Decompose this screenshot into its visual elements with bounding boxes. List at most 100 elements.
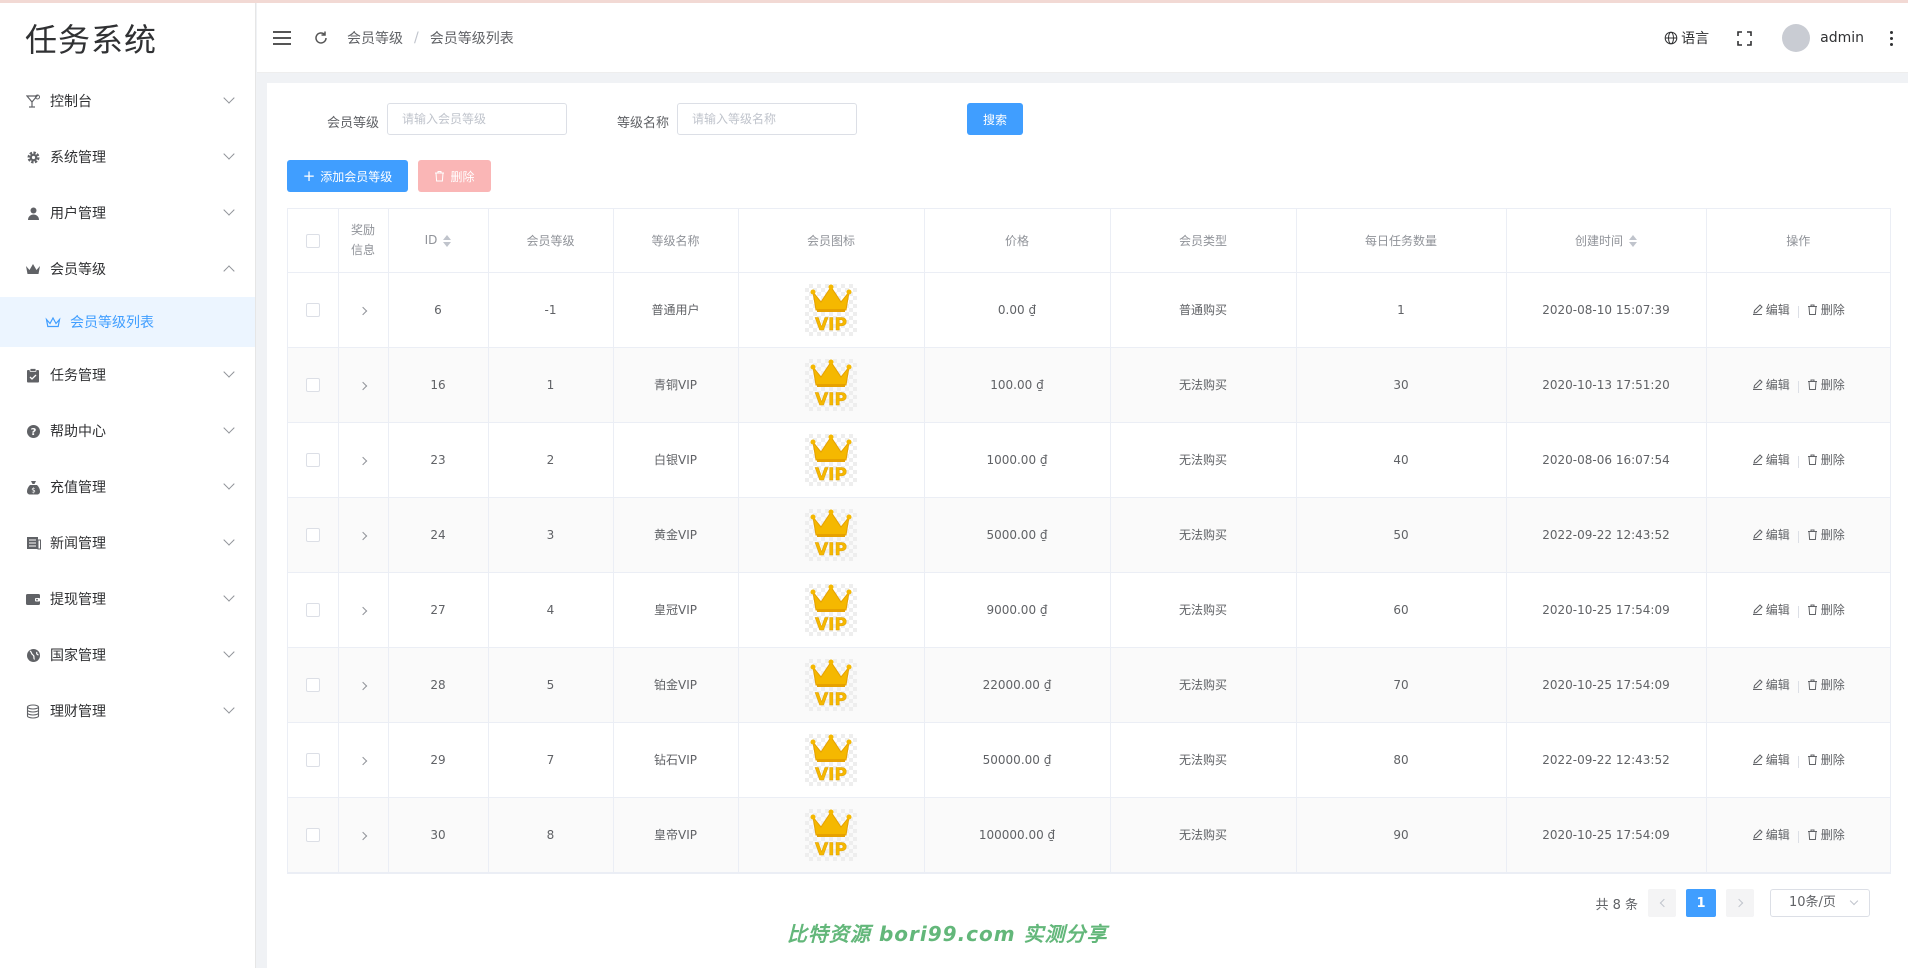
sort-icon[interactable]: [443, 234, 452, 247]
cell-level: 2: [488, 422, 614, 498]
fullscreen-icon[interactable]: [1737, 30, 1752, 46]
user-icon: [24, 204, 42, 222]
edit-button[interactable]: 编辑: [1752, 751, 1790, 768]
header-type: 会员类型: [1110, 209, 1297, 273]
delete-button[interactable]: 删除: [1807, 526, 1845, 543]
sidebar-item-7[interactable]: 新闻管理: [0, 515, 255, 571]
chevron-right-icon[interactable]: [358, 306, 368, 315]
top-header: 会员等级 / 会员等级列表 语言 admin: [257, 3, 1908, 73]
chevron-right-icon[interactable]: [358, 531, 368, 540]
refresh-icon[interactable]: [313, 30, 329, 46]
header-id[interactable]: ID: [388, 209, 489, 273]
page-size-select[interactable]: 10条/页: [1770, 889, 1870, 917]
level-input[interactable]: 请输入会员等级: [387, 103, 567, 135]
delete-button[interactable]: 删除: [1807, 301, 1845, 318]
crown-icon: [24, 260, 42, 278]
sidebar-item-label: 提现管理: [50, 592, 106, 608]
sidebar-item-8[interactable]: 提现管理: [0, 571, 255, 627]
more-vertical-icon[interactable]: [1890, 30, 1894, 46]
cell-daily-tasks: 70: [1296, 647, 1507, 723]
edit-button[interactable]: 编辑: [1752, 301, 1790, 318]
chevron-down-icon: [223, 646, 235, 658]
row-expand-cell: [338, 347, 389, 423]
cell-type: 无法购买: [1110, 722, 1297, 798]
breadcrumb-item-parent[interactable]: 会员等级: [347, 28, 403, 48]
sidebar-item-10[interactable]: 理财管理: [0, 683, 255, 739]
header-created[interactable]: 创建时间: [1506, 209, 1707, 273]
clipboard-icon: [24, 366, 42, 384]
level-name-input[interactable]: 请输入等级名称: [677, 103, 857, 135]
sidebar-subitem-level-list[interactable]: 会员等级列表: [0, 297, 255, 347]
sidebar-item-5[interactable]: ? 帮助中心: [0, 403, 255, 459]
delete-button[interactable]: 删除: [1807, 676, 1845, 693]
avatar[interactable]: [1782, 24, 1811, 52]
cell-id: 27: [388, 572, 489, 648]
delete-button[interactable]: 删除: [1807, 376, 1845, 393]
row-checkbox[interactable]: [305, 602, 320, 617]
sidebar-item-2[interactable]: 用户管理: [0, 185, 255, 241]
delete-button[interactable]: 删除: [1807, 826, 1845, 843]
delete-button[interactable]: 删除: [1807, 751, 1845, 768]
row-select-cell: [288, 347, 339, 423]
vip-crown-icon: VIP: [805, 283, 857, 336]
table-row: 30 8 皇帝VIP VIP 100000.00 ₫ 无法购买 90 2020-10-25 1…: [288, 797, 1890, 873]
cell-daily-tasks: 50: [1296, 497, 1507, 573]
next-page-button[interactable]: [1726, 889, 1754, 917]
edit-button[interactable]: 编辑: [1752, 601, 1790, 618]
select-all-checkbox[interactable]: [305, 233, 320, 248]
delete-button[interactable]: 删除: [1807, 451, 1845, 468]
search-button[interactable]: 搜索: [967, 103, 1023, 135]
cell-name: 皇帝VIP: [613, 797, 739, 873]
username[interactable]: admin: [1820, 30, 1864, 46]
row-checkbox[interactable]: [305, 752, 320, 767]
row-select-cell: [288, 647, 339, 723]
add-level-button[interactable]: + 添加会员等级: [287, 160, 408, 192]
row-checkbox[interactable]: [305, 677, 320, 692]
sidebar-item-3[interactable]: 会员等级: [0, 241, 255, 297]
trash-icon: [1807, 829, 1817, 840]
cell-created: 2022-09-22 12:43:52: [1506, 497, 1707, 573]
chevron-right-icon[interactable]: [358, 831, 368, 840]
prev-page-button[interactable]: [1648, 889, 1676, 917]
edit-button[interactable]: 编辑: [1752, 676, 1790, 693]
edit-button[interactable]: 编辑: [1752, 526, 1790, 543]
ops-divider: [1797, 680, 1799, 693]
coins-icon: [24, 702, 42, 720]
sidebar-item-4[interactable]: 任务管理: [0, 347, 255, 403]
vip-crown-icon: VIP: [805, 733, 857, 786]
edit-button[interactable]: 编辑: [1752, 376, 1790, 393]
row-checkbox[interactable]: [305, 527, 320, 542]
row-checkbox[interactable]: [305, 452, 320, 467]
vip-crown-icon: VIP: [805, 508, 857, 561]
sidebar-menu: 控制台 系统管理 用户管理 会员等级 会员等级列表任务管理 ? 帮助中心 $ 充值管理 新闻管理提…: [0, 73, 255, 739]
cell-type: 无法购买: [1110, 647, 1297, 723]
edit-label: 编辑: [1765, 453, 1790, 467]
chevron-right-icon[interactable]: [358, 681, 368, 690]
sort-icon[interactable]: [1629, 235, 1637, 248]
cell-type: 无法购买: [1110, 797, 1297, 873]
row-checkbox[interactable]: [305, 302, 320, 317]
sidebar-item-9[interactable]: 国家管理: [0, 627, 255, 683]
sidebar-item-1[interactable]: 系统管理: [0, 129, 255, 185]
row-checkbox[interactable]: [305, 827, 320, 842]
header-id-text: ID: [424, 233, 438, 248]
page-number-button[interactable]: 1: [1686, 889, 1716, 917]
row-checkbox[interactable]: [305, 377, 320, 392]
chevron-right-icon[interactable]: [358, 756, 368, 765]
delete-button[interactable]: 删除: [1807, 601, 1845, 618]
edit-button[interactable]: 编辑: [1752, 451, 1790, 468]
trash-icon: [435, 171, 445, 182]
chevron-right-icon[interactable]: [358, 456, 368, 465]
chevron-right-icon[interactable]: [358, 606, 368, 615]
svg-text:VIP: VIP: [815, 615, 847, 632]
language-switch[interactable]: 语言: [1664, 28, 1709, 48]
chevron-right-icon[interactable]: [358, 381, 368, 390]
menu-toggle-icon[interactable]: [273, 30, 291, 45]
sidebar-item-label: 任务管理: [50, 368, 106, 384]
globe-icon: [1664, 31, 1678, 45]
sidebar-item-0[interactable]: 控制台: [0, 73, 255, 129]
delete-label: 删除: [1820, 828, 1845, 842]
sidebar-item-6[interactable]: $ 充值管理: [0, 459, 255, 515]
ops-divider: [1797, 755, 1799, 768]
edit-button[interactable]: 编辑: [1752, 826, 1790, 843]
